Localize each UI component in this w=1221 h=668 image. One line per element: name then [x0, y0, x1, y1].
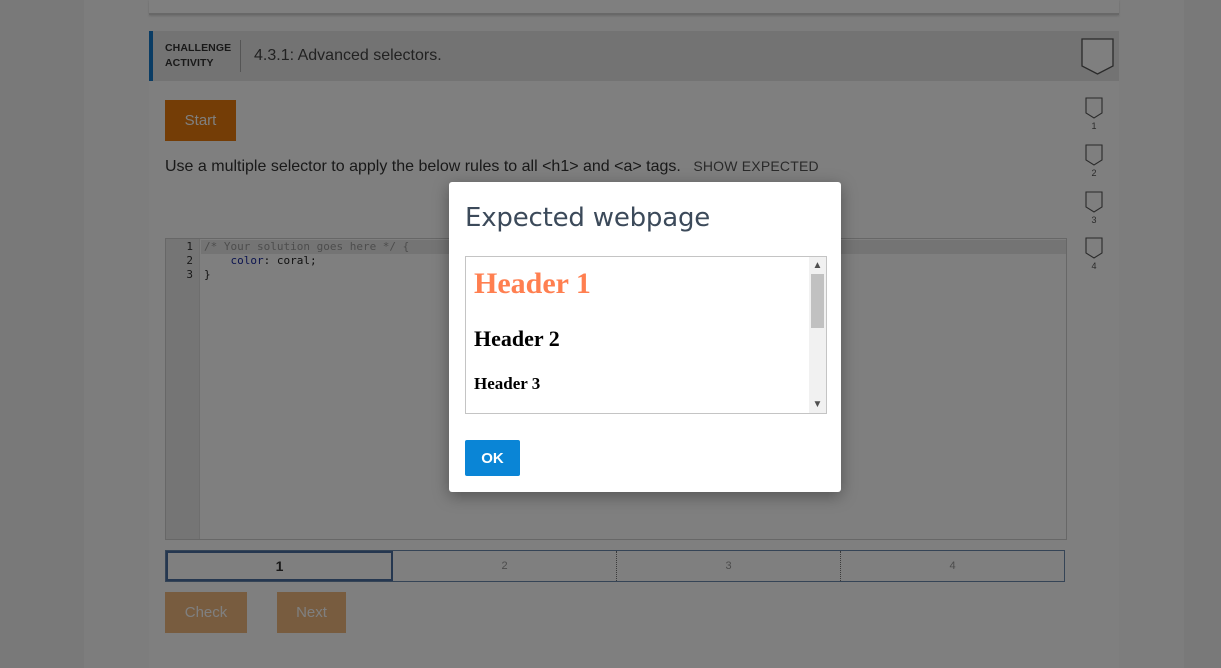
ok-button[interactable]: OK	[465, 440, 520, 476]
chevron-up-icon[interactable]: ▲	[809, 257, 826, 274]
preview-scrollbar[interactable]: ▲ ▼	[809, 257, 826, 413]
preview-header-2: Header 2	[474, 326, 560, 351]
chevron-down-icon[interactable]: ▼	[809, 396, 826, 413]
webpage-preview[interactable]: Header 1 Header 2 Header 3 ▲ ▼	[465, 256, 827, 414]
scrollbar-thumb[interactable]	[811, 274, 824, 328]
preview-header-3: Header 3	[474, 374, 541, 393]
dialog-title: Expected webpage	[465, 203, 711, 233]
preview-header-1: Header 1	[474, 267, 591, 300]
expected-webpage-dialog: Expected webpage Header 1 Header 2 Heade…	[449, 182, 841, 492]
